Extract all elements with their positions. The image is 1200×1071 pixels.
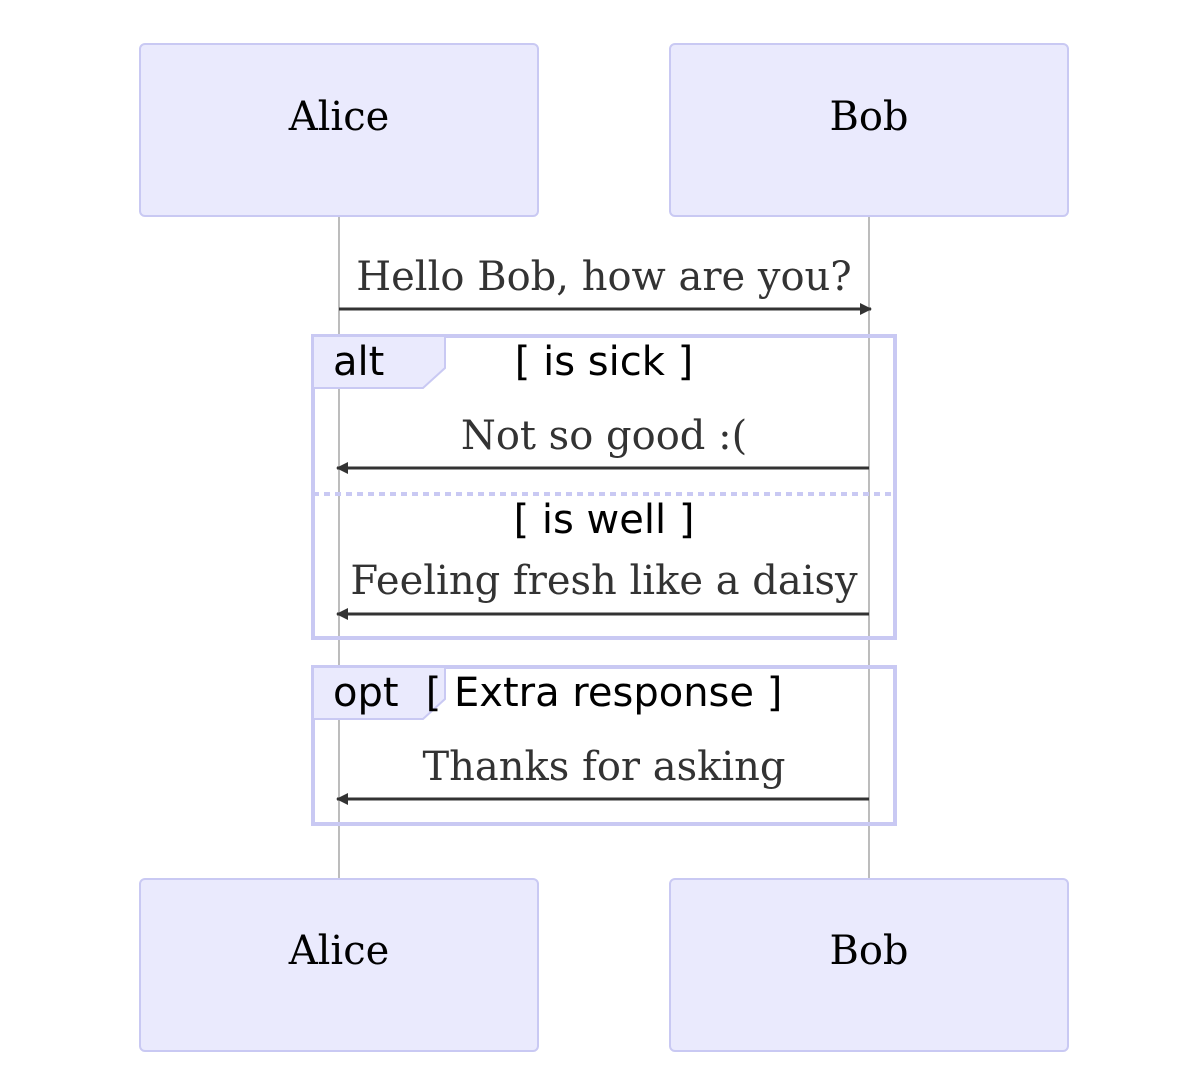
alt-fragment-else-condition: [ is well ] [514, 497, 695, 543]
actor-alice-bottom-label: Alice [288, 928, 390, 974]
alt-fragment-keyword: alt [333, 339, 384, 385]
actor-alice-top: Alice [139, 43, 539, 217]
message-4-label: Thanks for asking [422, 744, 785, 790]
message-4: Thanks for asking [336, 744, 869, 805]
actor-bob-top: Bob [669, 43, 1069, 217]
opt-fragment-condition: [ Extra response ] [426, 670, 783, 716]
message-1: Hello Bob, how are you? [339, 254, 872, 315]
message-3: Feeling fresh like a daisy [336, 558, 869, 620]
message-2-label: Not so good :( [461, 413, 747, 459]
message-2: Not so good :( [336, 413, 869, 474]
actor-alice-bottom: Alice [139, 878, 539, 1052]
alt-fragment-condition: [ is sick ] [515, 339, 693, 385]
actor-bob-bottom: Bob [669, 878, 1069, 1052]
actor-bob-top-label: Bob [829, 94, 908, 140]
opt-fragment-keyword: opt [333, 670, 399, 716]
actor-bob-bottom-label: Bob [829, 928, 908, 974]
sequence-diagram: Alice Bob Hello Bob, how are you? alt [ … [139, 43, 1069, 1052]
message-1-label: Hello Bob, how are you? [356, 254, 852, 300]
actor-alice-top-label: Alice [288, 94, 390, 140]
message-3-label: Feeling fresh like a daisy [350, 558, 858, 604]
